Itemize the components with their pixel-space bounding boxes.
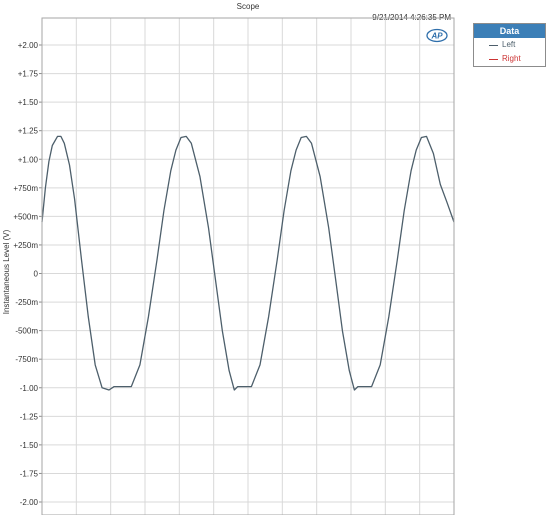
legend-entry-left[interactable]: Left bbox=[474, 38, 545, 52]
y-tick-label: +250m bbox=[13, 241, 38, 250]
y-tick-label: +500m bbox=[13, 212, 38, 221]
y-tick-label: -2.00 bbox=[20, 498, 39, 507]
legend-label-left: Left bbox=[502, 40, 516, 49]
y-tick-label: +1.00 bbox=[18, 155, 39, 164]
y-tick-label: -1.25 bbox=[20, 412, 39, 421]
y-tick-label: -750m bbox=[15, 355, 38, 364]
y-tick-label: 0 bbox=[34, 270, 39, 279]
legend-swatch-left bbox=[489, 45, 498, 46]
y-tick-label: -1.75 bbox=[20, 469, 39, 478]
legend-label-right: Right bbox=[502, 54, 521, 63]
legend-swatch-right bbox=[489, 59, 498, 60]
y-tick-label: -1.50 bbox=[20, 441, 39, 450]
scope-chart: Scope 9/21/2014 4:26:35 PM +2.00+1.75+1.… bbox=[2, 2, 455, 515]
y-tick-label: +2.00 bbox=[18, 41, 39, 50]
y-tick-label: -500m bbox=[15, 327, 38, 336]
y-tick-label: +750m bbox=[13, 184, 38, 193]
y-tick-label: +1.25 bbox=[18, 127, 39, 136]
ap-logo-icon: AP bbox=[426, 28, 448, 43]
y-tick-label: +1.50 bbox=[18, 98, 39, 107]
y-tick-label: -1.00 bbox=[20, 384, 39, 393]
chart-title: Scope bbox=[237, 2, 260, 11]
legend-title: Data bbox=[474, 24, 545, 38]
y-axis-label: Instantaneous Level (V) bbox=[2, 229, 11, 314]
y-tick-label: +1.75 bbox=[18, 70, 39, 79]
legend: Data Left Right bbox=[473, 23, 546, 67]
y-tick-label: -250m bbox=[15, 298, 38, 307]
grid bbox=[42, 18, 454, 515]
legend-entry-right[interactable]: Right bbox=[474, 52, 545, 66]
y-tick-labels: +2.00 +1.75 +1.50 +1.25 +1.00 +750m +500m +250m… bbox=[13, 41, 42, 507]
svg-text:AP: AP bbox=[430, 32, 443, 41]
